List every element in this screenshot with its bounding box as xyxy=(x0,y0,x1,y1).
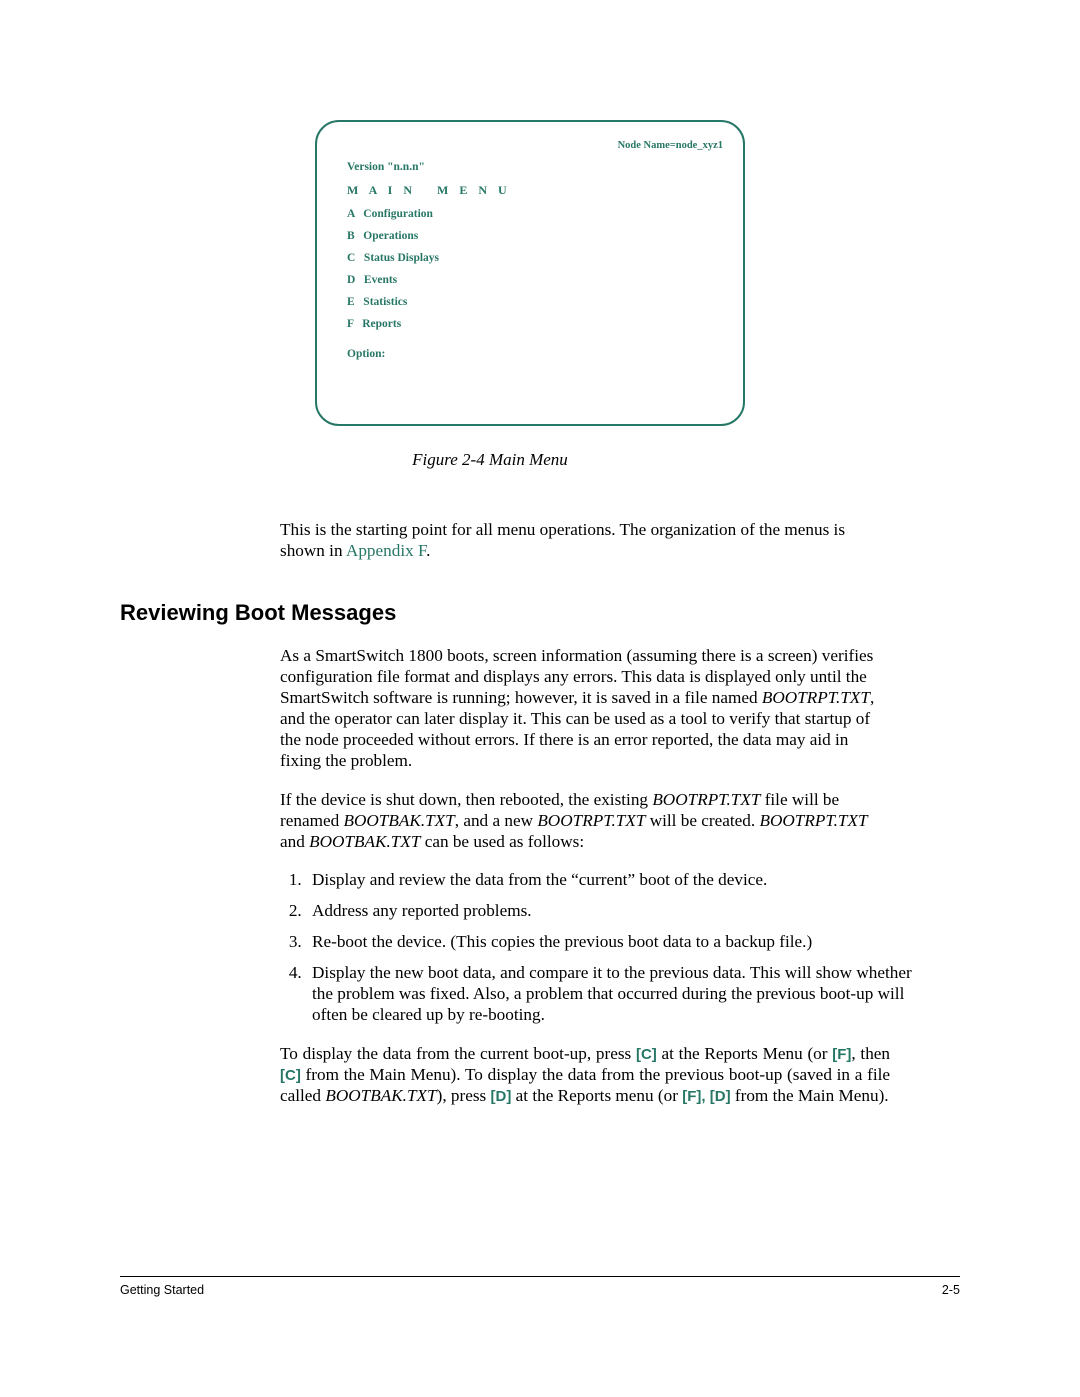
review-para-1: As a SmartSwitch 1800 boots, screen info… xyxy=(280,646,890,772)
text: , then xyxy=(851,1044,890,1063)
bootrpt-ref: BOOTRPT.TXT xyxy=(759,811,867,830)
menu-item-f: F Reports xyxy=(347,318,723,330)
terminal-title: M A I N M E N U xyxy=(347,183,723,198)
section-heading: Reviewing Boot Messages xyxy=(120,600,960,626)
text: at the Reports menu (or xyxy=(511,1086,682,1105)
figure-caption: Figure 2-4 Main Menu xyxy=(275,450,705,470)
menu-item-e: E Statistics xyxy=(347,296,723,308)
review-para-2: If the device is shut down, then reboote… xyxy=(280,790,890,853)
terminal-node-name: Node Name=node_xyz1 xyxy=(347,140,723,151)
menu-item-a: A Configuration xyxy=(347,208,723,220)
menu-item-d: D Events xyxy=(347,274,723,286)
text: and xyxy=(280,832,309,851)
key-d: [D] xyxy=(491,1088,512,1105)
menu-item-b: B Operations xyxy=(347,230,723,242)
final-paragraph: To display the data from the current boo… xyxy=(280,1044,890,1107)
terminal-screen: Node Name=node_xyz1 Version "n.n.n" M A … xyxy=(315,120,745,426)
key-f: [F] xyxy=(682,1088,701,1105)
text: from the Main Menu). xyxy=(731,1086,889,1105)
menu-item-c: C Status Displays xyxy=(347,252,723,264)
text: at the Reports Menu (or xyxy=(657,1044,832,1063)
key-c: [C] xyxy=(636,1046,657,1063)
key-c: [C] xyxy=(280,1067,301,1084)
bootbak-ref: BOOTBAK.TXT xyxy=(325,1086,436,1105)
key-f: [F] xyxy=(832,1046,851,1063)
text: If the device is shut down, then reboote… xyxy=(280,790,652,809)
key-d: [D] xyxy=(710,1088,731,1105)
list-item: Re-boot the device. (This copies the pre… xyxy=(306,932,916,953)
steps-list: Display and review the data from the “cu… xyxy=(280,870,916,1026)
bootrpt-ref: BOOTRPT.TXT xyxy=(537,811,645,830)
terminal-version: Version "n.n.n" xyxy=(347,161,723,173)
appendix-f-link[interactable]: Appendix F xyxy=(346,541,426,560)
footer-page-number: 2-5 xyxy=(942,1283,960,1297)
list-item: Display the new boot data, and compare i… xyxy=(306,963,916,1026)
page-footer: Getting Started 2-5 xyxy=(120,1276,960,1297)
list-item: Address any reported problems. xyxy=(306,901,916,922)
footer-chapter: Getting Started xyxy=(120,1283,204,1297)
text: ), press xyxy=(437,1086,491,1105)
text: To display the data from the current boo… xyxy=(280,1044,636,1063)
bootbak-ref: BOOTBAK.TXT xyxy=(343,811,454,830)
bootrpt-ref: BOOTRPT.TXT xyxy=(652,790,760,809)
intro-text-post: . xyxy=(426,541,430,560)
bootbak-ref: BOOTBAK.TXT xyxy=(309,832,420,851)
list-item: Display and review the data from the “cu… xyxy=(306,870,916,891)
text: will be created. xyxy=(645,811,759,830)
terminal-option-prompt: Option: xyxy=(347,348,723,360)
key-sep: , xyxy=(701,1088,709,1105)
text: can be used as follows: xyxy=(420,832,584,851)
text: , and a new xyxy=(455,811,538,830)
bootrpt-ref: BOOTRPT.TXT xyxy=(762,688,870,707)
intro-paragraph: This is the starting point for all menu … xyxy=(280,520,890,562)
